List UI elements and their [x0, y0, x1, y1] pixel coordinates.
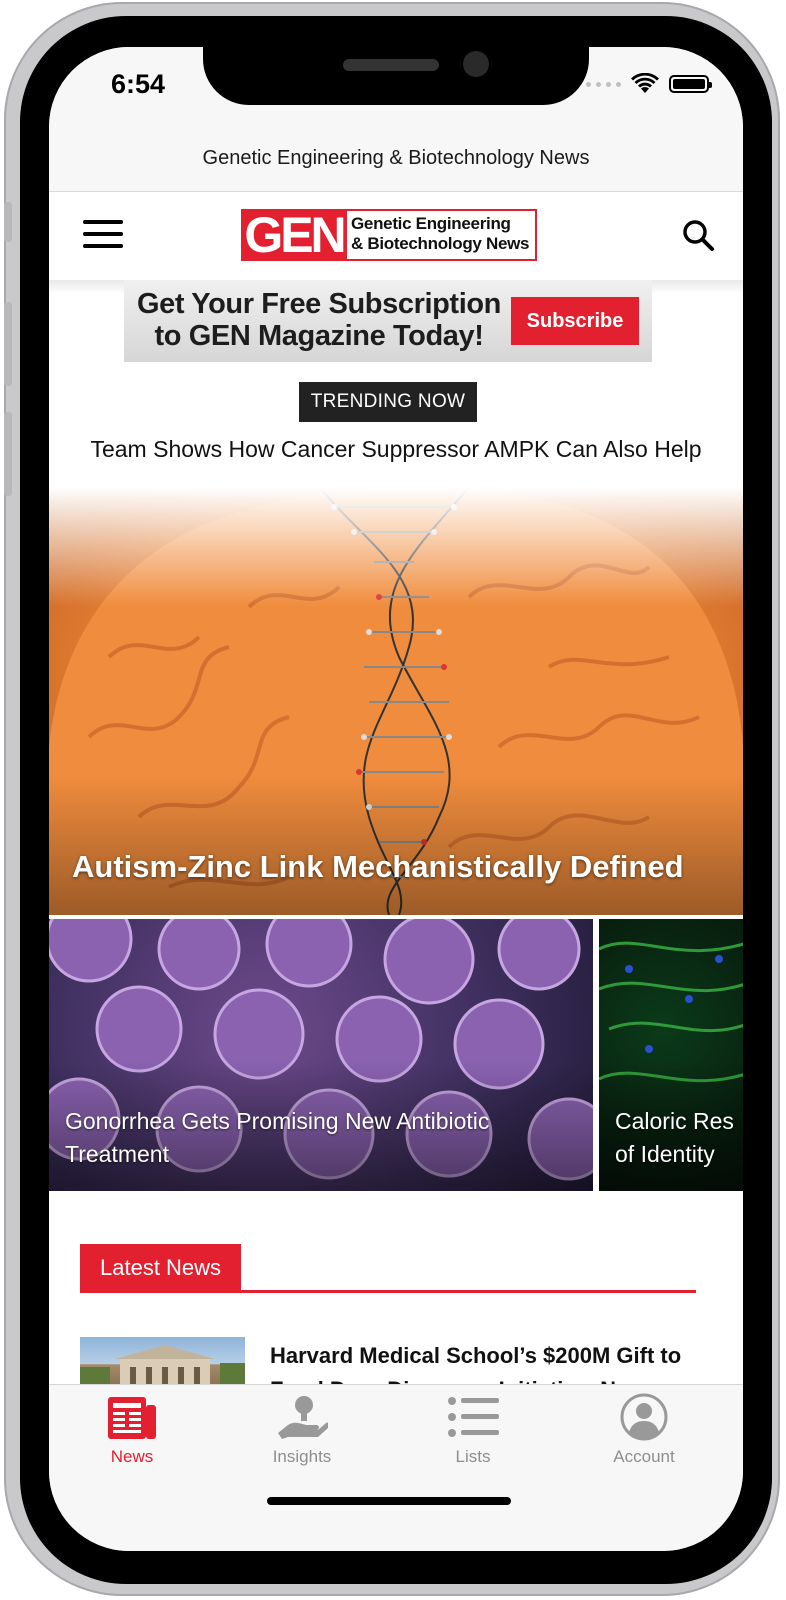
- article-card[interactable]: Gonorrhea Gets Promising New Antibiotic …: [49, 919, 593, 1191]
- status-time: 6:54: [111, 69, 166, 99]
- app-title: Genetic Engineering & Biotechnology News: [202, 147, 590, 169]
- hero-bottom-shade: [49, 775, 743, 915]
- trending-headline[interactable]: Team Shows How Cancer Suppressor AMPK Ca…: [49, 436, 743, 463]
- front-camera: [463, 51, 489, 77]
- mute-switch: [4, 202, 12, 242]
- search-icon[interactable]: [681, 218, 715, 252]
- hero-top-fade: [49, 487, 743, 607]
- ad-text: Get Your Free Subscription to GEN Magazi…: [134, 288, 504, 352]
- trending-now-badge: TRENDING NOW: [299, 382, 477, 422]
- card-title-line-2: Treatment: [65, 1141, 169, 1167]
- article-carousel[interactable]: Gonorrhea Gets Promising New Antibiotic …: [49, 919, 743, 1191]
- tab-account[interactable]: Account: [584, 1393, 704, 1473]
- subscribe-button[interactable]: Subscribe: [511, 297, 639, 345]
- card-title: Caloric Res of Identity: [615, 1105, 743, 1171]
- logo-line-1: Genetic Engineering: [351, 214, 511, 233]
- card-title-line-2: of Identity: [615, 1141, 715, 1167]
- hero-title: Autism-Zinc Link Mechanistically Defined: [72, 849, 684, 884]
- signal-dots-icon: [586, 81, 621, 87]
- tab-label: Account: [613, 1447, 675, 1466]
- card-title-line-1: Caloric Res: [615, 1108, 734, 1134]
- card-title: Gonorrhea Gets Promising New Antibiotic …: [65, 1105, 585, 1171]
- tab-news[interactable]: News: [72, 1393, 192, 1473]
- wifi-icon: [631, 73, 659, 93]
- section-divider: [80, 1290, 696, 1293]
- newspaper-icon: [108, 1397, 156, 1439]
- tab-label: Insights: [272, 1447, 332, 1466]
- logo-mark: GEN: [241, 209, 347, 261]
- status-icons: [586, 73, 712, 95]
- app-screen: 6:54 Genetic Engineering & Biotechnology…: [49, 47, 743, 1551]
- app-title-bar: Genetic Engineering & Biotechnology News: [49, 142, 743, 192]
- article-card[interactable]: Caloric Res of Identity: [599, 919, 743, 1191]
- volume-up-button: [4, 302, 12, 386]
- list-icon: [448, 1397, 499, 1437]
- home-indicator[interactable]: [267, 1497, 511, 1505]
- hand-lightbulb-icon: [278, 1396, 328, 1439]
- logo-line-2: & Biotechnology News: [351, 234, 530, 253]
- ad-line-1: Get Your Free Subscription: [137, 288, 501, 320]
- tab-label: Lists: [455, 1447, 491, 1466]
- notch: [203, 47, 589, 105]
- tab-bar: News Insights Lists Account: [49, 1384, 743, 1551]
- tab-lists[interactable]: Lists: [413, 1393, 533, 1473]
- logo-text: Genetic Engineering & Biotechnology News: [347, 209, 537, 261]
- news-title-line-1: Harvard Medical School’s $200M Gift to: [270, 1343, 682, 1368]
- battery-icon: [669, 75, 712, 93]
- tab-label: News: [110, 1447, 154, 1466]
- hero-article[interactable]: Autism-Zinc Link Mechanistically Defined: [49, 487, 743, 915]
- header: GEN Genetic Engineering & Biotechnology …: [49, 192, 743, 280]
- gen-logo[interactable]: GEN Genetic Engineering & Biotechnology …: [241, 209, 537, 261]
- tab-insights[interactable]: Insights: [242, 1393, 362, 1473]
- subscription-ad-banner[interactable]: Get Your Free Subscription to GEN Magazi…: [124, 280, 652, 362]
- latest-news-header: Latest News: [80, 1244, 696, 1294]
- status-bar: 6:54: [49, 47, 743, 142]
- speaker: [343, 59, 439, 71]
- latest-news-label: Latest News: [80, 1244, 242, 1292]
- account-icon: [620, 1393, 668, 1441]
- card-title-line-1: Gonorrhea Gets Promising New Antibiotic: [65, 1108, 490, 1134]
- ad-line-2: to GEN Magazine Today!: [154, 320, 484, 352]
- volume-down-button: [4, 412, 12, 496]
- hamburger-menu-icon[interactable]: [83, 220, 123, 248]
